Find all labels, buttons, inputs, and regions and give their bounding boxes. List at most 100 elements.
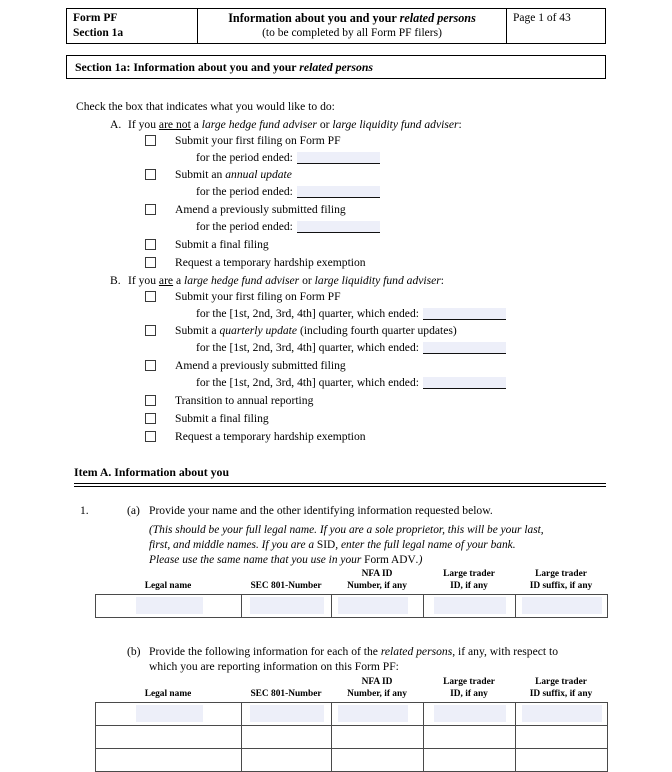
column-header-line2: ID suffix, if any — [529, 688, 593, 699]
table-cell[interactable] — [95, 748, 242, 772]
table-cell[interactable] — [241, 702, 332, 726]
checkbox-b-quarterly-update[interactable] — [145, 325, 156, 336]
table-cell[interactable] — [241, 594, 332, 618]
option-a3-row[interactable]: Amend a previously submitted filing — [145, 203, 346, 216]
group-a-label: A. If you are not a large hedge fund advi… — [110, 118, 462, 131]
cell-input-field[interactable] — [522, 597, 602, 614]
table-cell[interactable] — [95, 725, 242, 749]
note-line-3-roman: Form ADV — [364, 554, 416, 567]
section-title-prefix: Section 1a: Information about you and yo… — [75, 60, 300, 74]
table-a-legal-name-grid[interactable] — [95, 594, 608, 618]
group-a-italic-2: large liquidity fund adviser — [332, 118, 459, 131]
table-cell[interactable] — [515, 594, 608, 618]
option-a4-row[interactable]: Submit a final filing — [145, 238, 269, 251]
cell-input-field[interactable] — [136, 597, 203, 614]
checkbox-a-hardship-exemption[interactable] — [145, 257, 156, 268]
checkbox-b-amend-filing[interactable] — [145, 360, 156, 371]
cell-input-field[interactable] — [136, 705, 203, 722]
input-a1-period-ended[interactable] — [296, 152, 380, 164]
table-cell[interactable] — [423, 748, 516, 772]
input-b1-quarter-ended[interactable] — [422, 308, 506, 320]
checkbox-b-first-filing[interactable] — [145, 291, 156, 302]
table-row — [95, 594, 608, 618]
input-a3-period-ended[interactable] — [296, 221, 380, 233]
option-a1-sub-label: for the period ended: — [196, 151, 293, 164]
cell-input-field[interactable] — [522, 705, 602, 722]
option-a5-row[interactable]: Request a temporary hardship exemption — [145, 256, 366, 269]
option-b6-row[interactable]: Request a temporary hardship exemption — [145, 430, 366, 443]
question-1b-line1-italic: related persons — [380, 645, 453, 658]
table-cell[interactable] — [241, 748, 332, 772]
table-cell[interactable] — [515, 725, 608, 749]
table-cell[interactable] — [95, 594, 242, 618]
input-b2-quarter-ended[interactable] — [422, 342, 506, 354]
table-cell[interactable] — [423, 594, 516, 618]
checkbox-b-transition-annual[interactable] — [145, 395, 156, 406]
group-b-end: : — [440, 274, 445, 287]
table-b-related-persons-grid[interactable] — [95, 702, 608, 772]
option-a2-sub-row: for the period ended: — [196, 185, 380, 198]
checkbox-a-annual-update[interactable] — [145, 169, 156, 180]
checkbox-b-final-filing[interactable] — [145, 413, 156, 424]
checkbox-a-amend-filing[interactable] — [145, 204, 156, 215]
column-header-line2: Number, if any — [347, 688, 407, 699]
column-header-line2: Legal name — [144, 580, 192, 591]
column-header-1: Legal name — [95, 570, 241, 592]
note-line-2-post: , enter the full legal name of your bank… — [335, 539, 516, 552]
cell-input-field[interactable] — [250, 705, 324, 722]
group-b-italic-2: large liquidity fund adviser — [314, 274, 441, 287]
cell-input-field[interactable] — [434, 597, 506, 614]
option-a1-label: Submit your first filing on Form PF — [175, 134, 341, 147]
checkbox-a-final-filing[interactable] — [145, 239, 156, 250]
option-b3-row[interactable]: Amend a previously submitted filing — [145, 359, 346, 372]
note-line-3-pre: Please use the same name that you use in… — [149, 554, 365, 567]
table-cell[interactable] — [423, 725, 516, 749]
option-b3-sub-row: for the [1st, 2nd, 3rd, 4th] quarter, wh… — [196, 376, 506, 389]
table-a-column-headers: Legal name SEC 801-Number NFA ID Number, if… — [95, 569, 607, 592]
option-b5-row[interactable]: Submit a final filing — [145, 412, 269, 425]
table-cell[interactable] — [515, 702, 608, 726]
option-b4-row[interactable]: Transition to annual reporting — [145, 394, 313, 407]
cell-input-field[interactable] — [338, 597, 408, 614]
option-a2-row[interactable]: Submit an annual update — [145, 168, 292, 181]
note-line-2-pre: first, and middle names. If you are a — [149, 539, 317, 552]
checkbox-b-hardship-exemption[interactable] — [145, 431, 156, 442]
option-b1-row[interactable]: Submit your first filing on Form PF — [145, 290, 341, 303]
option-a2-label: Submit an annual update — [175, 168, 292, 181]
column-header-5: Large trader ID suffix, if any — [515, 677, 607, 700]
cell-input-field[interactable] — [434, 705, 506, 722]
header-title-line2: (to be completed by all Form PF filers) — [262, 27, 442, 40]
note-line-1: (This should be your full legal name. If… — [149, 524, 544, 536]
input-b3-quarter-ended[interactable] — [422, 377, 506, 389]
group-a-end: : — [458, 118, 462, 131]
option-a3-sub-label: for the period ended: — [196, 220, 293, 233]
cell-input-field[interactable] — [250, 597, 324, 614]
column-header-line1: Large trader — [443, 569, 495, 580]
table-cell[interactable] — [423, 702, 516, 726]
table-cell[interactable] — [331, 702, 424, 726]
column-header-line1: Large trader — [535, 569, 587, 580]
input-a2-period-ended[interactable] — [296, 186, 380, 198]
option-b2-row[interactable]: Submit a quarterly update (including fou… — [145, 324, 457, 337]
option-a2-sub-label: for the period ended: — [196, 185, 293, 198]
option-a5-label: Request a temporary hardship exemption — [175, 256, 366, 269]
column-header-line2: SEC 801-Number — [250, 580, 322, 591]
question-1b-line1-pre: Provide the following information for ea… — [149, 645, 381, 658]
table-cell[interactable] — [515, 748, 608, 772]
option-b6-label: Request a temporary hardship exemption — [175, 430, 366, 443]
table-cell[interactable] — [331, 594, 424, 618]
header-title-cell: Information about you and your related p… — [197, 7, 507, 45]
table-cell[interactable] — [331, 748, 424, 772]
table-cell[interactable] — [241, 725, 332, 749]
option-a1-row[interactable]: Submit your first filing on Form PF — [145, 134, 341, 147]
table-cell[interactable] — [331, 725, 424, 749]
checkbox-a-first-filing[interactable] — [145, 135, 156, 146]
question-1b-line2: which you are reporting information on t… — [149, 660, 399, 674]
group-b-label: B. If you are a large hedge fund adviser … — [110, 274, 444, 287]
cell-input-field[interactable] — [338, 705, 408, 722]
group-a-italic-1: large hedge fund adviser — [201, 118, 317, 131]
table-cell[interactable] — [95, 702, 242, 726]
item-a-heading-block: Item A. Information about you — [74, 465, 606, 487]
section-title-bar: Section 1a: Information about you and yo… — [66, 55, 606, 79]
column-header-5: Large trader ID suffix, if any — [515, 569, 607, 592]
